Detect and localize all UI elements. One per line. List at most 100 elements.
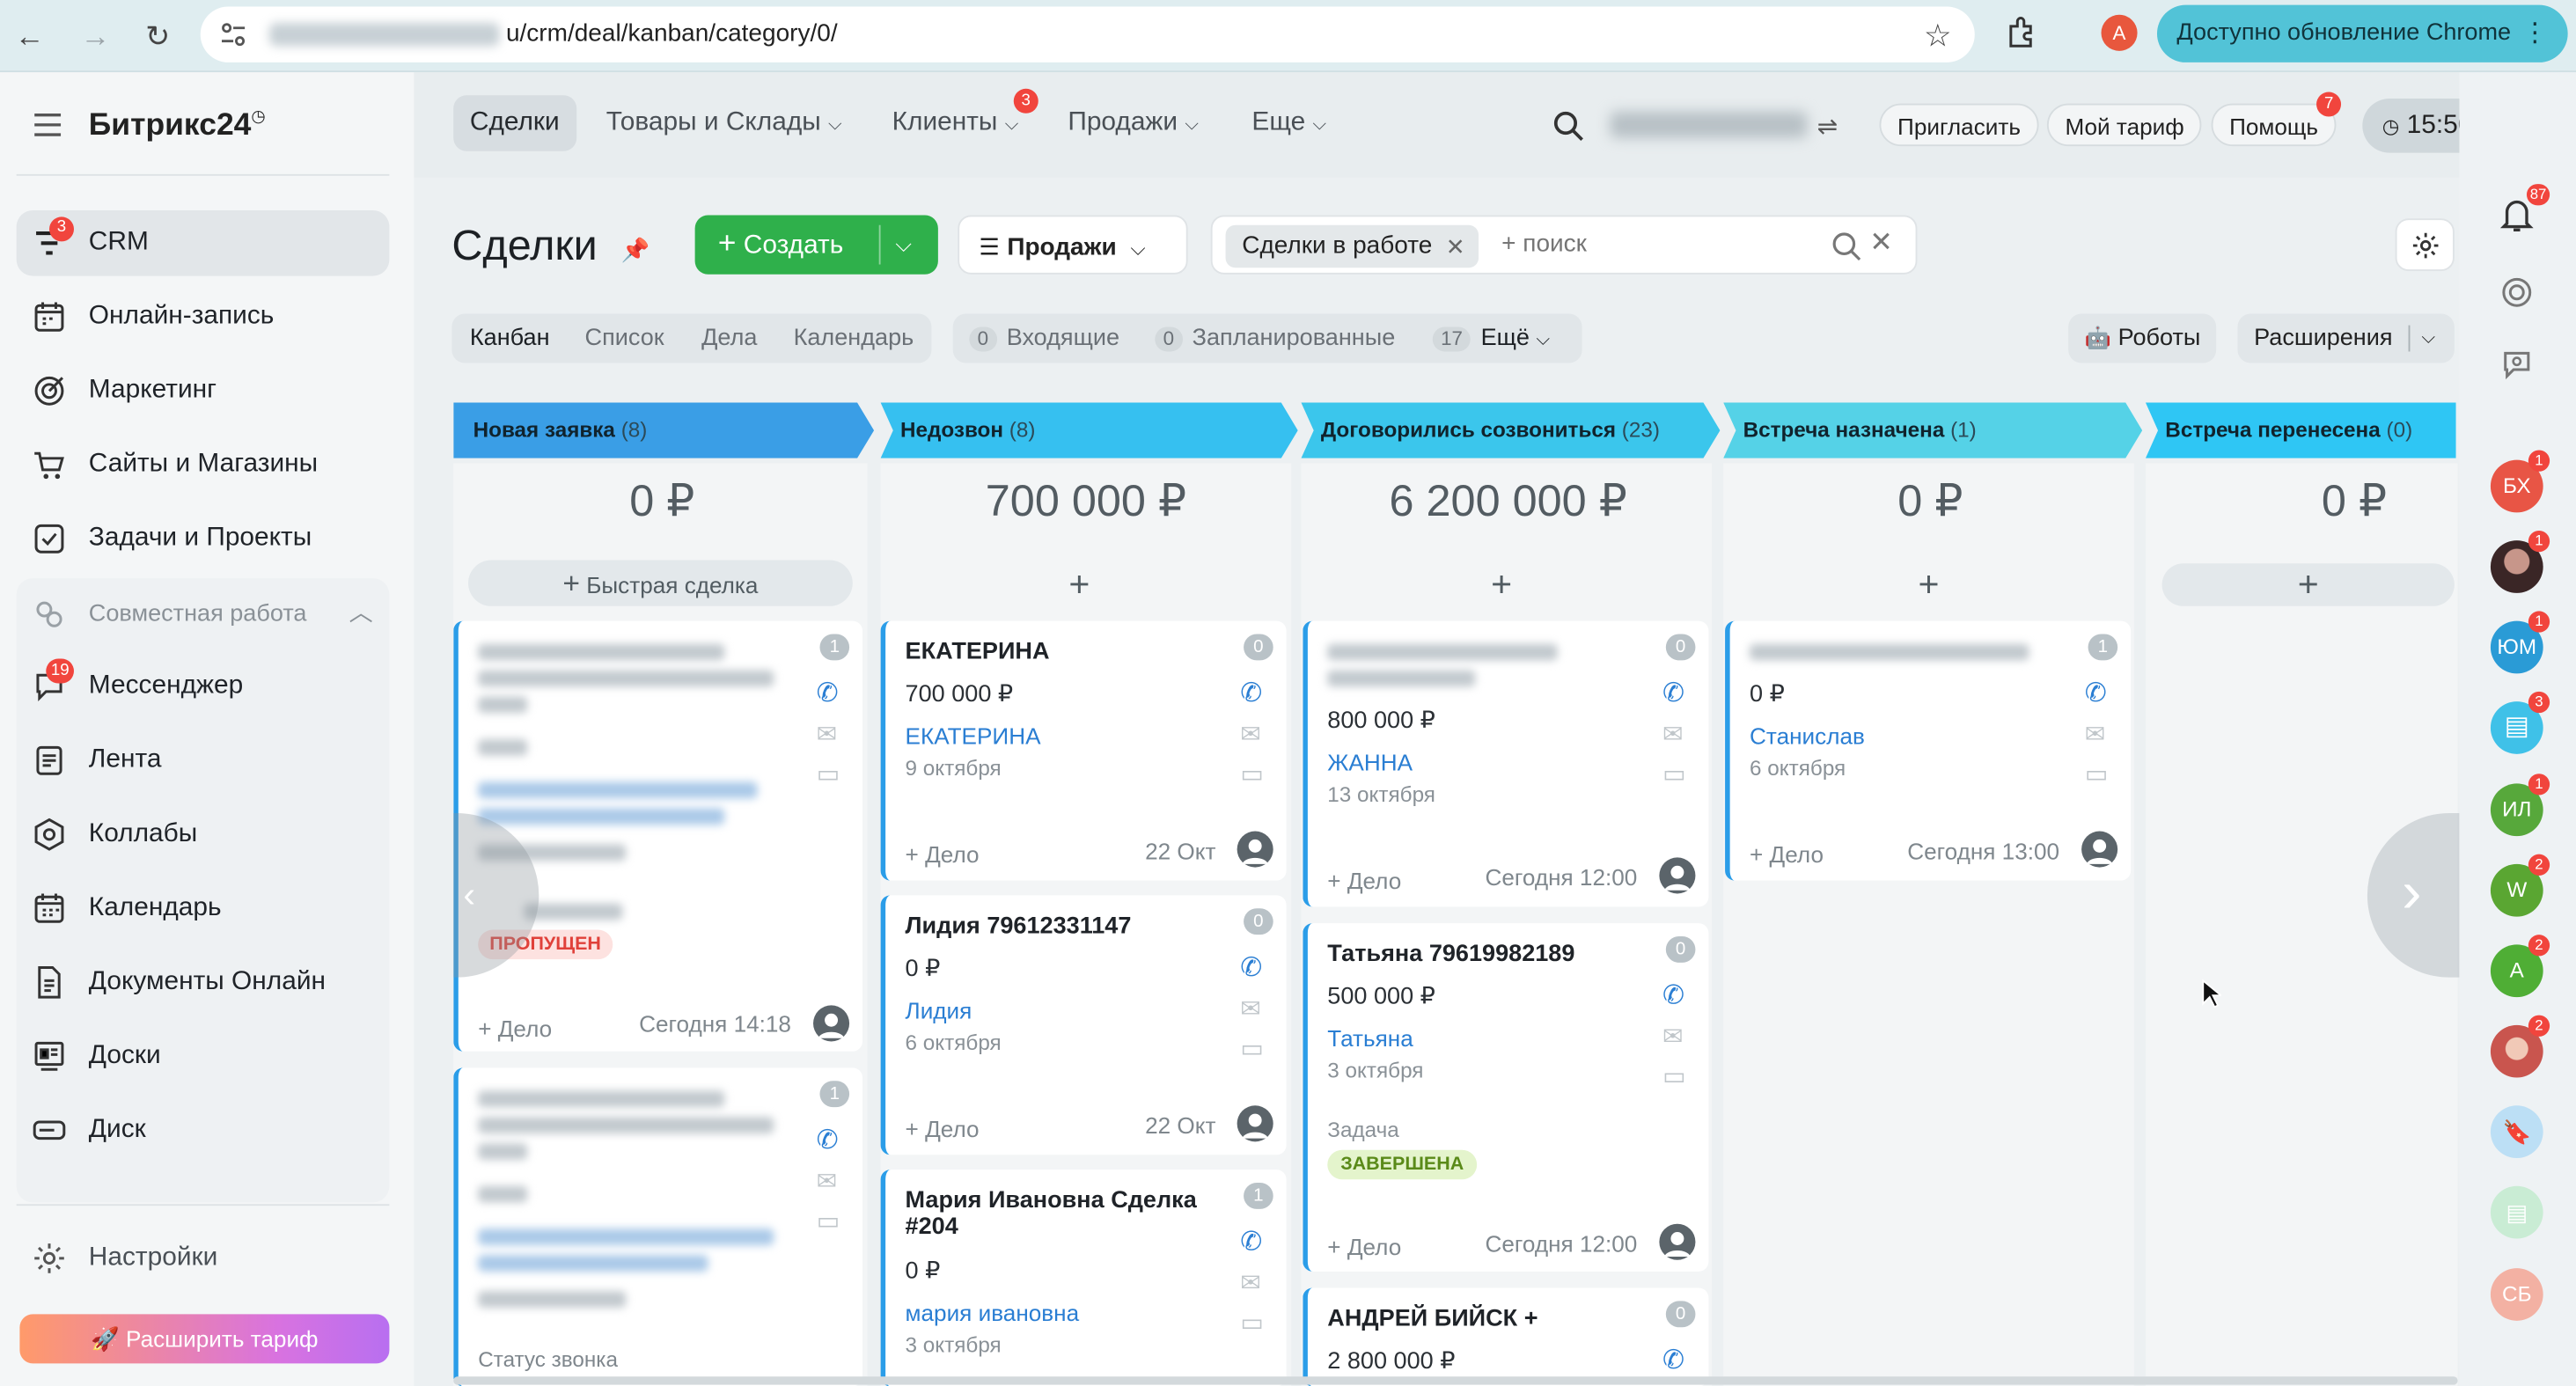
- deal-title[interactable]: АНДРЕЙ БИЙСК +: [1327, 1306, 1538, 1332]
- chat-icon[interactable]: ▭: [817, 1206, 847, 1236]
- phone-icon[interactable]: ✆: [1240, 1226, 1270, 1257]
- chat-avatar[interactable]: 1: [2490, 530, 2550, 593]
- reload-icon[interactable]: ↻: [138, 17, 178, 56]
- responsible-avatar[interactable]: [1659, 857, 1696, 894]
- deal-card[interactable]: АНДРЕЙ БИЙСК + 2 800 000 ₽ 0 ✆: [1303, 1287, 1709, 1386]
- upgrade-tariff-button[interactable]: 🚀 Расширить тариф: [19, 1314, 390, 1364]
- stage-meeting-rescheduled[interactable]: Встреча перенесена (0): [2145, 402, 2456, 458]
- close-icon[interactable]: ✕: [1446, 225, 1465, 268]
- menu-icon[interactable]: [33, 112, 62, 138]
- chat-avatar[interactable]: ▤ 3: [2490, 691, 2550, 754]
- sidebar-item-online-booking[interactable]: Онлайн-запись: [17, 284, 390, 350]
- add-deal-button[interactable]: +: [1735, 563, 2123, 606]
- mail-icon[interactable]: ✉: [1240, 994, 1270, 1023]
- deal-card[interactable]: 1 ✆ ✉ ▭ Статус звонка: [453, 1067, 863, 1386]
- chevron-down-icon[interactable]: ⌵: [895, 216, 911, 275]
- chat-icon[interactable]: ▭: [1662, 759, 1692, 788]
- search-icon[interactable]: [1831, 231, 1861, 261]
- chat-avatar[interactable]: СБ: [2490, 1268, 2543, 1321]
- sidebar-item-settings[interactable]: Настройки: [17, 1226, 390, 1292]
- add-activity-link[interactable]: + Дело: [478, 1016, 552, 1042]
- notes-chat-avatar[interactable]: ▤: [2490, 1185, 2543, 1239]
- profile-avatar[interactable]: A: [2101, 14, 2138, 51]
- phone-icon[interactable]: ✆: [1662, 979, 1692, 1010]
- responsible-avatar[interactable]: [813, 1005, 850, 1042]
- stage-agreed-to-call[interactable]: Договорились созвониться (23): [1301, 402, 1721, 458]
- pin-icon[interactable]: 📌: [621, 237, 650, 265]
- responsible-avatar[interactable]: [1237, 831, 1273, 868]
- bookmark-chat-avatar[interactable]: 🔖: [2490, 1105, 2543, 1159]
- deal-card[interactable]: Мария Ивановна Сделка #204 0 ₽ мария ива…: [880, 1170, 1287, 1386]
- deal-title[interactable]: Лидия 79612331147: [906, 913, 1132, 940]
- sidebar-item-feed[interactable]: Лента: [17, 728, 390, 794]
- phone-icon[interactable]: ✆: [1240, 951, 1270, 983]
- create-button[interactable]: + Создать ⌵: [694, 215, 938, 275]
- sidebar-item-collabs[interactable]: Коллабы: [17, 802, 390, 868]
- tab-calendar[interactable]: Календарь: [794, 314, 914, 363]
- add-activity-link[interactable]: + Дело: [1750, 841, 1824, 868]
- chat-icon[interactable]: ▭: [817, 759, 847, 788]
- sidebar-item-disk[interactable]: Диск: [17, 1097, 390, 1163]
- site-settings-icon[interactable]: [220, 21, 246, 48]
- counter-more[interactable]: 17 Ещё ⌵: [1432, 326, 1550, 352]
- chat-avatar[interactable]: A2: [2490, 935, 2550, 998]
- counter-incoming[interactable]: 0 Входящие: [969, 326, 1119, 352]
- more-vertical-icon[interactable]: ⋮: [2521, 5, 2548, 62]
- sidebar-item-calendar[interactable]: Календарь: [17, 876, 390, 942]
- deal-title[interactable]: Татьяна 79619982189: [1327, 942, 1574, 968]
- chrome-update-button[interactable]: Доступно обновление Chrome ⋮: [2156, 4, 2568, 62]
- tab-clients[interactable]: Клиенты ⌵ 3: [876, 88, 1038, 150]
- mail-icon[interactable]: ✉: [2085, 720, 2115, 749]
- search-icon[interactable]: [1552, 110, 1585, 143]
- mail-icon[interactable]: ✉: [1240, 1268, 1270, 1298]
- target-icon[interactable]: [2500, 276, 2533, 309]
- chat-search-icon[interactable]: [2500, 348, 2533, 381]
- extensions-button[interactable]: Расширения ⌵: [2237, 313, 2455, 363]
- bookmark-star-icon[interactable]: ☆: [1924, 18, 1952, 56]
- deal-card[interactable]: Лидия 79612331147 0 ₽ Лидия 6 октября 0 …: [880, 895, 1287, 1155]
- add-deal-button[interactable]: +: [2161, 563, 2455, 606]
- quick-deal-button[interactable]: + Быстрая сделка: [468, 560, 853, 606]
- responsible-avatar[interactable]: [1659, 1223, 1696, 1260]
- sidebar-item-messenger[interactable]: 19 Мессенджер: [17, 654, 390, 720]
- mail-icon[interactable]: ✉: [1662, 720, 1692, 749]
- stage-new-request[interactable]: Новая заявка (8): [453, 402, 875, 458]
- responsible-avatar[interactable]: [2081, 831, 2118, 868]
- deal-card[interactable]: 0 ₽ Станислав 6 октября 1 ✆ ✉ ▭ + Дело С…: [1725, 620, 2132, 881]
- sidebar-item-sites[interactable]: Сайты и Магазины: [17, 432, 390, 498]
- tab-list[interactable]: Список: [585, 314, 664, 363]
- filter-chip[interactable]: Сделки в работе ✕: [1225, 224, 1479, 268]
- mail-icon[interactable]: ✉: [817, 720, 847, 749]
- tab-deals[interactable]: Сделки: [453, 95, 576, 151]
- phone-icon[interactable]: ✆: [1662, 677, 1692, 708]
- extensions-icon[interactable]: [2004, 15, 2040, 51]
- chat-avatar[interactable]: ЮМ 1: [2490, 611, 2550, 674]
- phone-icon[interactable]: ✆: [817, 677, 847, 708]
- sidebar-item-crm[interactable]: 3 CRM: [16, 209, 390, 276]
- deal-contact[interactable]: ЖАННА: [1327, 749, 1413, 775]
- tab-activities[interactable]: Дела: [701, 314, 757, 363]
- invite-button[interactable]: Пригласить: [1879, 103, 2039, 147]
- deal-contact[interactable]: ЕКАТЕРИНА: [906, 722, 1041, 749]
- deal-contact[interactable]: мария ивановна: [906, 1300, 1080, 1326]
- my-tariff-button[interactable]: Мой тариф: [2046, 103, 2203, 147]
- phone-icon[interactable]: ✆: [1662, 1344, 1692, 1375]
- chat-icon[interactable]: ▭: [2085, 759, 2115, 788]
- stage-meeting-scheduled[interactable]: Встреча назначена (1): [1723, 402, 2143, 458]
- deal-card[interactable]: Татьяна 79619982189 500 000 ₽ Татьяна 3 …: [1303, 923, 1709, 1272]
- sidebar-item-tasks[interactable]: Задачи и Проекты: [17, 506, 390, 572]
- deal-contact[interactable]: Лидия: [906, 997, 972, 1023]
- settings-button[interactable]: [2395, 218, 2455, 272]
- phone-icon[interactable]: ✆: [817, 1124, 847, 1155]
- deal-card[interactable]: 800 000 ₽ ЖАННА 13 октября 0 ✆ ✉ ▭ + Дел…: [1303, 620, 1709, 907]
- tab-products[interactable]: Товары и Склады ⌵: [590, 95, 858, 150]
- deal-title[interactable]: ЕКАТЕРИНА: [906, 639, 1050, 665]
- responsible-avatar[interactable]: [1237, 1105, 1273, 1142]
- chevron-up-icon[interactable]: ︿: [349, 582, 373, 648]
- clear-icon[interactable]: ✕: [1869, 227, 1893, 260]
- tab-sales[interactable]: Продажи ⌵: [1052, 95, 1215, 150]
- deal-card[interactable]: ЕКАТЕРИНА 700 000 ₽ ЕКАТЕРИНА 9 октября …: [880, 620, 1287, 881]
- deal-contact[interactable]: Татьяна: [1327, 1025, 1413, 1052]
- mail-icon[interactable]: ✉: [817, 1166, 847, 1196]
- search-input[interactable]: [1501, 230, 1814, 259]
